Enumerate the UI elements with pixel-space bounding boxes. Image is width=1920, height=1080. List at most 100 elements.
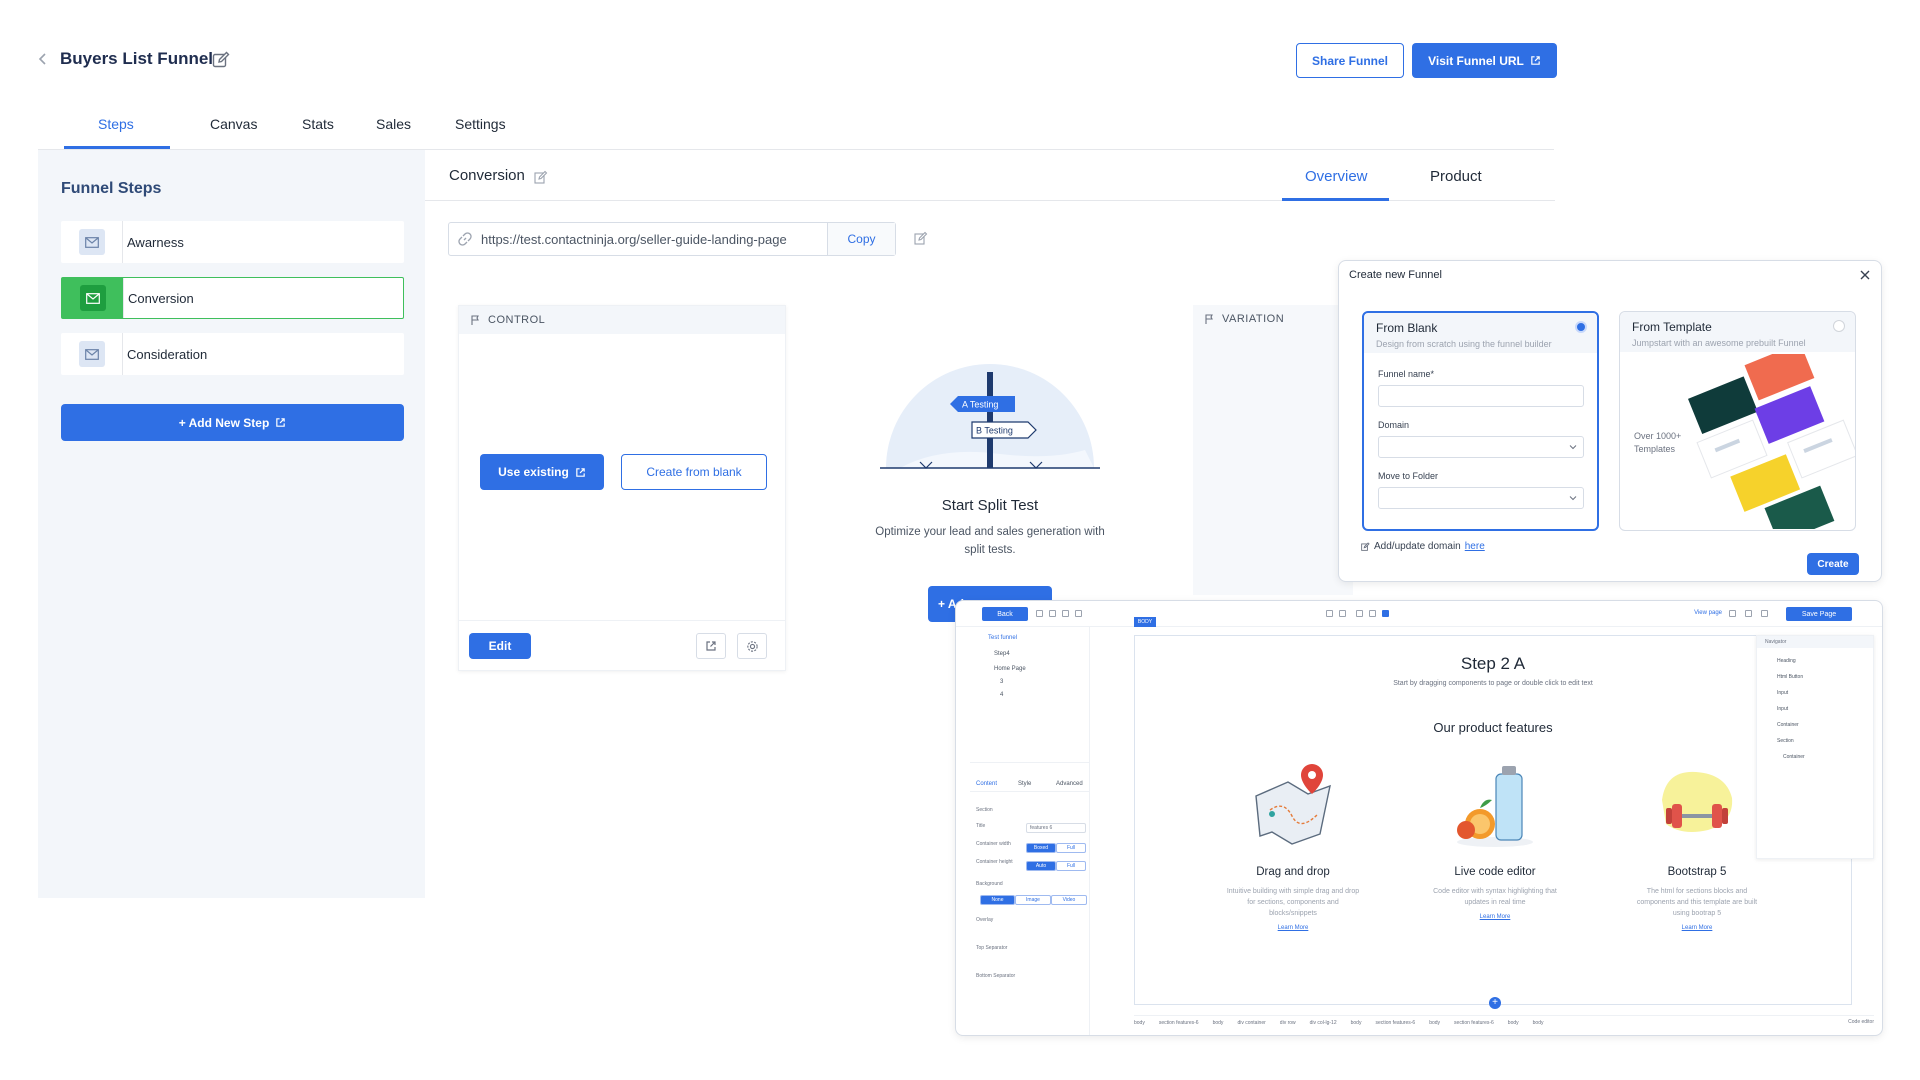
tablet-view-icon[interactable] [1745, 610, 1752, 617]
width-full-toggle[interactable]: Full [1056, 843, 1086, 853]
navigator-item[interactable]: Input [1777, 690, 1788, 696]
step-item-consideration[interactable]: Consideration [61, 333, 404, 375]
bg-none-toggle[interactable]: None [980, 895, 1015, 905]
edit-title-icon[interactable] [212, 51, 230, 69]
view-page-link[interactable]: View page [1694, 610, 1722, 616]
learn-more-link[interactable]: Learn More [1622, 925, 1772, 931]
canvas-step-title[interactable]: Step 2 A [1135, 654, 1851, 674]
image-icon[interactable] [1075, 610, 1082, 617]
preview-icon[interactable] [1356, 610, 1363, 617]
variation-heading: VARIATION [1222, 313, 1285, 325]
editor-toolbar: Back View page Save Page [956, 601, 1882, 627]
tab-content[interactable]: Content [976, 781, 997, 787]
from-blank-radio[interactable] [1575, 321, 1587, 333]
sign-a-text: A Testing [962, 400, 998, 410]
tab-sales[interactable]: Sales [376, 116, 411, 132]
add-new-step-button[interactable]: + Add New Step [61, 404, 404, 441]
editor-back-button[interactable]: Back [982, 607, 1028, 621]
fullscreen-icon[interactable] [1382, 610, 1389, 617]
tree-item[interactable]: Test funnel [988, 635, 1017, 641]
layout-icon[interactable] [1036, 610, 1043, 617]
code-icon[interactable] [1369, 610, 1376, 617]
breadcrumb-item[interactable]: section features-6 [1454, 1020, 1494, 1026]
step-item-conversion[interactable]: Conversion [61, 277, 404, 319]
height-full-toggle[interactable]: Full [1056, 861, 1086, 871]
desktop-view-icon[interactable] [1729, 610, 1736, 617]
breadcrumb-item[interactable]: body [1508, 1020, 1519, 1026]
navigator-item[interactable]: Html Button [1777, 674, 1803, 680]
breadcrumb-item[interactable]: body [1533, 1020, 1544, 1026]
tab-canvas[interactable]: Canvas [210, 116, 257, 132]
funnel-name-input[interactable] [1378, 385, 1584, 407]
breadcrumb-item[interactable]: body [1134, 1020, 1145, 1026]
create-funnel-button[interactable]: Create [1807, 553, 1859, 575]
breadcrumb-item[interactable]: div container [1237, 1020, 1265, 1026]
tab-overview[interactable]: Overview [1305, 168, 1368, 185]
navigator-item[interactable]: Container [1783, 754, 1805, 760]
step-url-field[interactable]: https://test.contactninja.org/seller-gui… [448, 222, 896, 256]
step-item-awarness[interactable]: Awarness [61, 221, 404, 263]
code-editor-toggle[interactable]: Code editor [1848, 1019, 1874, 1025]
navigator-item[interactable]: Input [1777, 706, 1788, 712]
breadcrumb-item[interactable]: section features-6 [1159, 1020, 1199, 1026]
edit-step-icon[interactable] [534, 170, 548, 184]
from-blank-option[interactable]: From Blank Design from scratch using the… [1362, 311, 1599, 531]
open-external-button[interactable] [696, 633, 726, 659]
canvas-step-subtitle[interactable]: Start by dragging components to page or … [1135, 680, 1851, 687]
tree-item[interactable]: Home Page [994, 666, 1026, 672]
tab-settings[interactable]: Settings [455, 116, 506, 132]
folder-select[interactable] [1378, 487, 1584, 509]
tab-product[interactable]: Product [1430, 168, 1482, 185]
navigator-item[interactable]: Section [1777, 738, 1794, 744]
edit-url-icon[interactable] [914, 231, 928, 245]
tab-advanced[interactable]: Advanced [1056, 781, 1083, 787]
mobile-view-icon[interactable] [1761, 610, 1768, 617]
add-section-button[interactable]: + [1489, 997, 1501, 1009]
tab-steps[interactable]: Steps [98, 116, 134, 132]
height-auto-toggle[interactable]: Auto [1026, 861, 1056, 871]
breadcrumb-item[interactable]: div row [1280, 1020, 1296, 1026]
feature-drag-and-drop[interactable]: Drag and drop Intuitive building with si… [1218, 760, 1368, 931]
editor-left-panel: Test funnel Step4 Home Page 3 4 Content … [970, 627, 1090, 1035]
mail-icon [84, 236, 99, 248]
tree-item[interactable]: 3 [1000, 679, 1003, 685]
from-template-radio[interactable] [1833, 320, 1845, 332]
feature-live-code-editor[interactable]: Live code editor Code editor with syntax… [1420, 760, 1570, 920]
share-funnel-button[interactable]: Share Funnel [1296, 43, 1404, 78]
breadcrumb-item[interactable]: body [1351, 1020, 1362, 1026]
back-chevron-icon[interactable] [36, 52, 50, 66]
domain-select[interactable] [1378, 436, 1584, 458]
create-from-blank-button[interactable]: Create from blank [621, 454, 767, 490]
use-existing-button[interactable]: Use existing [480, 454, 604, 490]
features-title[interactable]: Our product features [1135, 720, 1851, 735]
learn-more-link[interactable]: Learn More [1420, 914, 1570, 920]
domain-here-link[interactable]: here [1465, 541, 1485, 552]
copy-url-button[interactable]: Copy [827, 223, 895, 255]
save-page-button[interactable]: Save Page [1786, 607, 1852, 621]
breadcrumb-item[interactable]: body [1429, 1020, 1440, 1026]
breadcrumb-item[interactable]: div col-lg-12 [1310, 1020, 1337, 1026]
control-settings-button[interactable] [737, 633, 767, 659]
title-input[interactable]: features 6 [1026, 823, 1086, 833]
edit-control-button[interactable]: Edit [469, 633, 531, 659]
width-boxed-toggle[interactable]: Boxed [1026, 843, 1056, 853]
breadcrumb-item[interactable]: body [1213, 1020, 1224, 1026]
tab-stats[interactable]: Stats [302, 116, 334, 132]
redo-icon[interactable] [1339, 610, 1346, 617]
tree-item[interactable]: Step4 [994, 651, 1010, 657]
from-template-option[interactable]: From Template Jumpstart with an awesome … [1619, 311, 1856, 531]
navigator-item[interactable]: Heading [1777, 658, 1796, 664]
visit-funnel-url-button[interactable]: Visit Funnel URL [1412, 43, 1557, 78]
tree-item[interactable]: 4 [1000, 692, 1003, 698]
learn-more-link[interactable]: Learn More [1218, 925, 1368, 931]
bg-video-toggle[interactable]: Video [1051, 895, 1087, 905]
navigator-item[interactable]: Container [1777, 722, 1799, 728]
undo-icon[interactable] [1326, 610, 1333, 617]
feature-bootstrap-5[interactable]: Bootstrap 5 The html for sections blocks… [1622, 760, 1772, 931]
breadcrumb-item[interactable]: section features-6 [1375, 1020, 1415, 1026]
bg-image-toggle[interactable]: Image [1015, 895, 1051, 905]
layers-icon[interactable] [1049, 610, 1056, 617]
blocks-icon[interactable] [1062, 610, 1069, 617]
close-icon[interactable] [1859, 269, 1871, 281]
tab-style[interactable]: Style [1018, 781, 1031, 787]
